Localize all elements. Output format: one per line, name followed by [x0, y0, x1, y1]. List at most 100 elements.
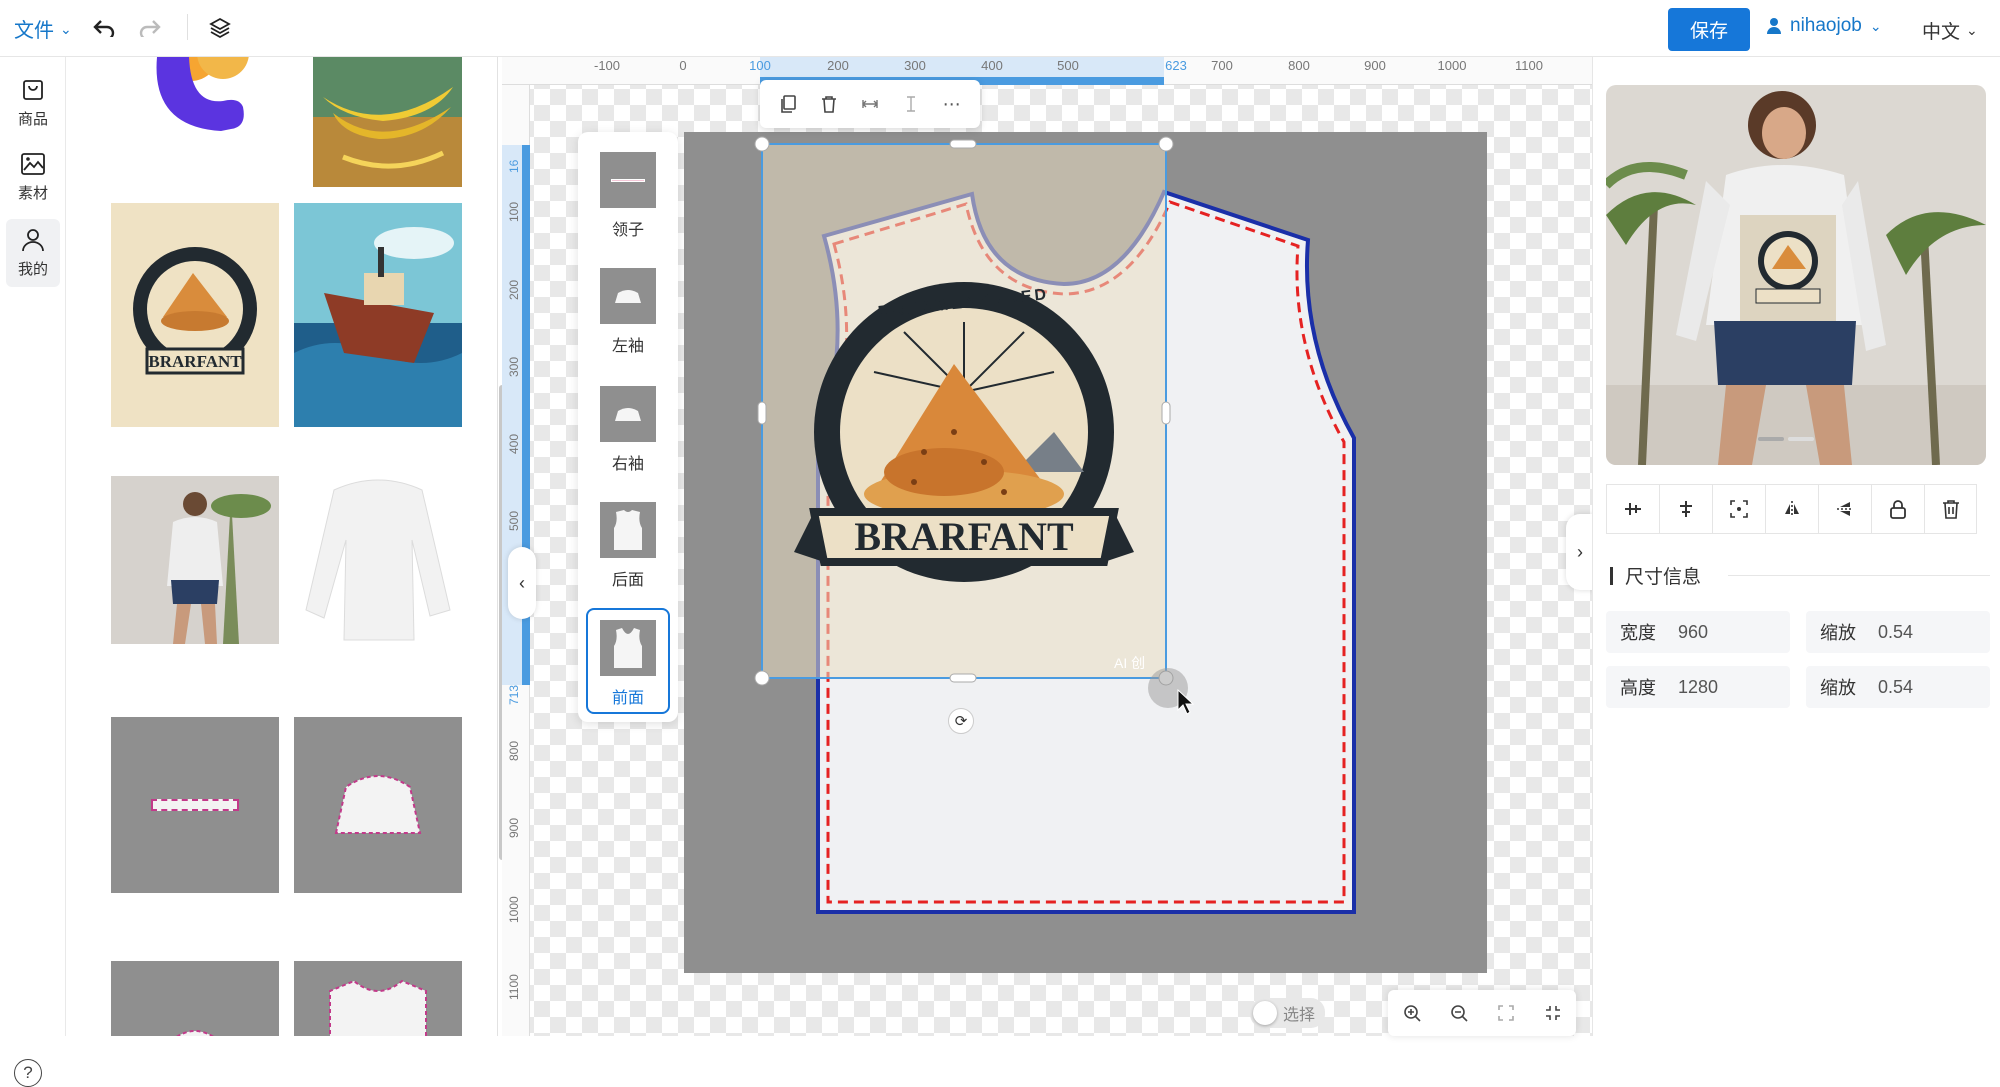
rail-item-mine[interactable]: 我的	[6, 219, 60, 287]
part-front[interactable]: 前面	[586, 608, 670, 714]
asset-thumb-piece[interactable]	[111, 961, 279, 1036]
ruler-label: 100	[749, 58, 771, 73]
copy-icon[interactable]	[772, 88, 804, 120]
ruler-label: 16	[507, 159, 521, 173]
ruler-label: 800	[1288, 58, 1310, 73]
asset-thumb-logo[interactable]	[111, 57, 279, 155]
shirt-front-icon	[600, 620, 656, 676]
select-toggle-label: 选择	[1283, 1007, 1316, 1024]
width-field[interactable]: 宽度 960	[1606, 611, 1790, 653]
scale-y-field[interactable]: 缩放 0.54	[1806, 666, 1990, 708]
collapse-left-panel-button[interactable]: ‹	[508, 547, 536, 619]
trash-icon[interactable]	[1924, 484, 1977, 534]
part-label: 领子	[611, 222, 644, 239]
ruler-label: 100	[507, 201, 521, 222]
chevron-down-icon: ⌄	[1869, 17, 1882, 34]
size-info-heading: 尺寸信息	[1610, 562, 1701, 589]
user-outline-icon	[22, 228, 44, 251]
part-back[interactable]: 后面	[586, 492, 670, 598]
scale-x-field[interactable]: 缩放 0.54	[1806, 611, 1990, 653]
file-menu-label: 文件	[14, 20, 54, 42]
chevron-down-icon: ⌄	[60, 21, 72, 37]
left-rail: 商品 素材 我的 ?	[0, 57, 66, 1087]
delete-icon[interactable]	[813, 88, 845, 120]
part-label: 左袖	[611, 338, 644, 355]
align-vertical-center-icon[interactable]	[1606, 484, 1659, 534]
width-label: 宽度	[1620, 623, 1656, 643]
lock-icon[interactable]	[1871, 484, 1924, 534]
ruler-label: 623	[1165, 58, 1187, 73]
redo-icon[interactable]	[134, 12, 166, 44]
ruler-label: 1000	[507, 896, 521, 923]
width-value: 960	[1678, 621, 1709, 642]
artwork-watermark: AI 创	[1114, 655, 1145, 671]
scale-label: 缩放	[1820, 623, 1856, 643]
help-icon[interactable]: ?	[14, 1059, 42, 1087]
language-select[interactable]: 中文 ⌄	[1922, 17, 1978, 44]
part-picker: 领子 左袖 右袖 后面 前面	[578, 132, 678, 722]
zoom-in-icon[interactable]	[1397, 998, 1427, 1028]
ruler-label: 500	[507, 510, 521, 531]
sleeve-icon	[600, 386, 656, 442]
fit-screen-icon[interactable]	[1491, 998, 1521, 1028]
artwork-banner-text: BRARFANT	[854, 514, 1074, 559]
design-canvas[interactable]: BRARFANT BREAMENEERED AI 创	[684, 132, 1487, 973]
rail-item-label: 商品	[17, 110, 48, 128]
asset-thumb-badge[interactable]: BRARFANT	[111, 203, 279, 427]
horizontal-center-icon[interactable]	[854, 88, 886, 120]
more-icon[interactable]: ⋯	[936, 88, 968, 120]
save-button[interactable]: 保存	[1668, 8, 1750, 51]
align-center-icon[interactable]	[1712, 484, 1765, 534]
layers-icon[interactable]	[204, 12, 236, 44]
asset-thumb-bananas[interactable]	[313, 57, 462, 187]
rail-item-materials[interactable]: 素材	[6, 143, 60, 211]
asset-thumb-model[interactable]	[111, 476, 279, 644]
height-field[interactable]: 高度 1280	[1606, 666, 1790, 708]
rail-item-label: 素材	[17, 184, 48, 202]
ruler-label: 200	[827, 58, 849, 73]
toggle-knob	[1253, 1001, 1277, 1025]
asset-thumb-boat[interactable]	[294, 203, 462, 427]
align-horizontal-center-icon[interactable]	[1659, 484, 1712, 534]
vertical-center-icon[interactable]	[895, 88, 927, 120]
heading-bar	[1610, 566, 1613, 585]
height-value: 1280	[1678, 676, 1719, 697]
select-mode-toggle[interactable]: 选择	[1250, 998, 1326, 1028]
asset-thumb-shirt-ghost[interactable]	[294, 460, 462, 660]
flip-vertical-icon[interactable]	[1818, 484, 1871, 534]
ruler-label: 1100	[507, 974, 521, 1000]
file-menu[interactable]: 文件 ⌄	[14, 14, 72, 43]
zoom-out-icon[interactable]	[1444, 998, 1474, 1028]
part-left-sleeve[interactable]: 左袖	[586, 258, 670, 364]
chevron-down-icon: ⌄	[1966, 22, 1978, 38]
zoom-controls	[1388, 990, 1576, 1036]
language-label: 中文	[1922, 22, 1961, 43]
asset-thumb-body[interactable]	[294, 961, 462, 1036]
ruler-label: 300	[904, 58, 926, 73]
ruler-top: -100 0 100 200 300 400 500 623 700 800 9…	[502, 57, 1592, 85]
undo-icon[interactable]	[88, 12, 120, 44]
part-collar[interactable]: 领子	[586, 142, 670, 248]
user-menu[interactable]: nihaojob ⌄	[1766, 15, 1882, 37]
flip-horizontal-icon[interactable]	[1765, 484, 1818, 534]
collapse-right-panel-button[interactable]: ›	[1566, 514, 1594, 590]
ruler-label: 0	[679, 58, 687, 73]
asset-thumb-collar[interactable]	[111, 717, 279, 893]
shrink-icon[interactable]	[1538, 998, 1568, 1028]
ruler-label: 900	[1364, 58, 1386, 73]
top-bar: 文件 ⌄ 保存 nihaojob ⌄ 中文 ⌄	[0, 0, 2000, 57]
height-label: 高度	[1620, 678, 1656, 698]
mockup-preview	[1606, 85, 1986, 465]
ruler-label: 500	[1057, 58, 1079, 73]
rail-item-products[interactable]: 商品	[6, 69, 60, 137]
rotate-icon[interactable]: ⟳	[948, 708, 974, 734]
ruler-label: 200	[507, 279, 521, 300]
ruler-label: -100	[593, 58, 621, 73]
align-toolbar	[1606, 484, 1990, 534]
scale-label: 缩放	[1820, 678, 1856, 698]
part-right-sleeve[interactable]: 右袖	[586, 376, 670, 482]
user-name: nihaojob	[1790, 15, 1862, 36]
user-icon	[1767, 18, 1781, 34]
image-icon	[21, 152, 45, 175]
asset-thumb-sleeve[interactable]	[294, 717, 462, 893]
